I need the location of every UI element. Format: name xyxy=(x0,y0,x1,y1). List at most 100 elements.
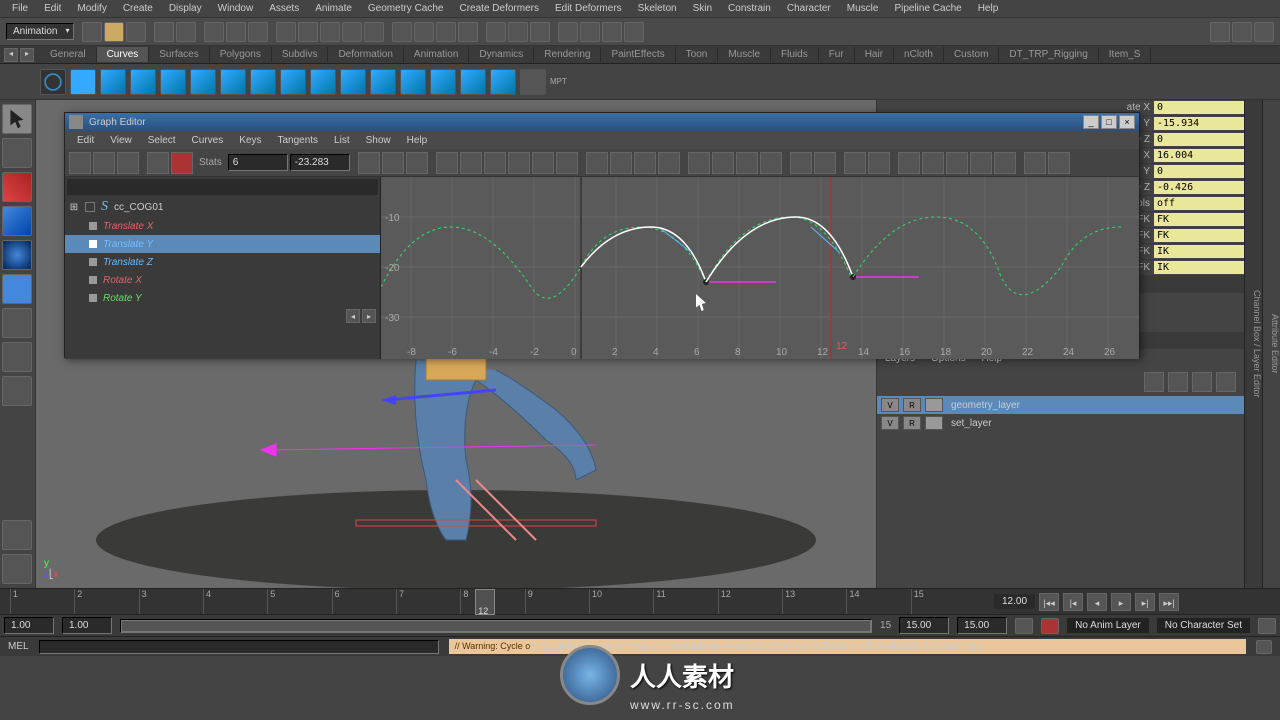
menu-modify[interactable]: Modify xyxy=(69,1,114,16)
shelf-tab-subdivs[interactable]: Subdivs xyxy=(272,47,329,62)
snap-point-icon[interactable] xyxy=(320,22,340,42)
pre-inf-icon[interactable] xyxy=(688,152,710,174)
layout-outliner-icon[interactable] xyxy=(624,22,644,42)
ge-menu-help[interactable]: Help xyxy=(399,133,436,148)
panel-tab-channelbox[interactable]: Channel Box / Layer Editor xyxy=(1244,100,1262,588)
graph-area[interactable]: 12 -10-20-30 -8-6-4-20246810121416182022… xyxy=(381,177,1139,359)
graph-editor-titlebar[interactable]: Graph Editor _ □ × xyxy=(65,113,1139,131)
circle-tool-icon[interactable] xyxy=(40,69,66,95)
cycle-icon[interactable] xyxy=(736,152,758,174)
input-icon[interactable] xyxy=(414,22,434,42)
menu-edit-deformers[interactable]: Edit Deformers xyxy=(547,1,630,16)
snap-plane-icon[interactable] xyxy=(342,22,362,42)
menu-geometry-cache[interactable]: Geometry Cache xyxy=(360,1,452,16)
stats-value-input[interactable] xyxy=(290,154,350,171)
layout-four-icon[interactable] xyxy=(580,22,600,42)
shelf-tab-surfaces[interactable]: Surfaces xyxy=(149,47,209,62)
render-icon[interactable] xyxy=(486,22,506,42)
anim-start-input[interactable] xyxy=(4,617,54,634)
curve-only-icon[interactable] xyxy=(970,152,992,174)
ge-menu-edit[interactable]: Edit xyxy=(69,133,102,148)
menu-display[interactable]: Display xyxy=(161,1,210,16)
shelf-tab-rendering[interactable]: Rendering xyxy=(534,47,601,62)
insert-key-icon[interactable] xyxy=(93,152,115,174)
range-slider-track[interactable] xyxy=(120,619,872,633)
denorm-icon[interactable] xyxy=(922,152,944,174)
ge-menu-keys[interactable]: Keys xyxy=(231,133,269,148)
curve-11-icon[interactable] xyxy=(400,69,426,95)
history-icon[interactable] xyxy=(392,22,412,42)
layout-persp-icon[interactable] xyxy=(602,22,622,42)
ge-menu-list[interactable]: List xyxy=(326,133,358,148)
show-manip-icon[interactable] xyxy=(2,376,32,406)
menu-animate[interactable]: Animate xyxy=(307,1,360,16)
ge-menu-tangents[interactable]: Tangents xyxy=(269,133,326,148)
range-end-input[interactable] xyxy=(899,617,949,634)
curve-3-icon[interactable] xyxy=(160,69,186,95)
save-scene-icon[interactable] xyxy=(126,22,146,42)
buffer-icon[interactable] xyxy=(844,152,866,174)
time-snap-icon[interactable] xyxy=(790,152,812,174)
redo-icon[interactable] xyxy=(176,22,196,42)
curve-7-icon[interactable] xyxy=(280,69,306,95)
lock-tan-icon[interactable] xyxy=(658,152,680,174)
new-scene-icon[interactable] xyxy=(82,22,102,42)
menu-pipeline-cache[interactable]: Pipeline Cache xyxy=(886,1,969,16)
next-key-button[interactable]: ▸| xyxy=(1135,593,1155,611)
tan-spline-icon[interactable] xyxy=(460,152,482,174)
ge-menu-view[interactable]: View xyxy=(102,133,140,148)
channel-translate-z[interactable]: Translate Z xyxy=(65,253,380,271)
menu-skeleton[interactable]: Skeleton xyxy=(630,1,685,16)
ge-menu-select[interactable]: Select xyxy=(140,133,184,148)
menu-character[interactable]: Character xyxy=(779,1,839,16)
hypershade-icon[interactable] xyxy=(1210,22,1230,42)
mode-selector[interactable]: Animation xyxy=(6,23,74,40)
menu-skin[interactable]: Skin xyxy=(685,1,720,16)
shelf-tab-polygons[interactable]: Polygons xyxy=(210,47,272,62)
snap-grid-icon[interactable] xyxy=(276,22,296,42)
play-fwd-button[interactable]: ▸ xyxy=(1111,593,1131,611)
frame-play-icon[interactable] xyxy=(171,152,193,174)
shelf-tab-general[interactable]: General xyxy=(40,47,97,62)
lasso-tool-icon[interactable] xyxy=(2,138,32,168)
paint-select-icon[interactable] xyxy=(248,22,268,42)
layer-set_layer[interactable]: VRset_layer xyxy=(877,414,1244,432)
layer-geometry_layer[interactable]: VRgeometry_layer xyxy=(877,396,1244,414)
mel-label[interactable]: MEL xyxy=(8,641,29,652)
shelf-tab-curves[interactable]: Curves xyxy=(97,47,150,62)
shelf-tab-item_s[interactable]: Item_S xyxy=(1099,47,1152,62)
time-slider[interactable]: 12 123456789101112131415 12.00 |◂◂ |◂ ◂ … xyxy=(0,588,1280,614)
current-frame-field[interactable]: 12.00 xyxy=(994,594,1035,609)
tan-flat-icon[interactable] xyxy=(532,152,554,174)
stack-icon[interactable] xyxy=(946,152,968,174)
curve-10-icon[interactable] xyxy=(370,69,396,95)
channel-translate-y[interactable]: Translate Y xyxy=(65,235,380,253)
menu-edit[interactable]: Edit xyxy=(36,1,69,16)
snap-live-icon[interactable] xyxy=(364,22,384,42)
curve-14-icon[interactable] xyxy=(490,69,516,95)
outliner-scroll-right-icon[interactable]: ▸ xyxy=(362,309,376,323)
script-editor-icon[interactable] xyxy=(1256,640,1272,654)
layer-down-icon[interactable] xyxy=(1216,372,1236,392)
maximize-button[interactable]: □ xyxy=(1101,115,1117,129)
menu-assets[interactable]: Assets xyxy=(261,1,307,16)
swap-icon[interactable] xyxy=(868,152,890,174)
go-start-button[interactable]: |◂◂ xyxy=(1039,593,1059,611)
auto-key-icon[interactable] xyxy=(1015,618,1033,634)
lasso-icon[interactable] xyxy=(226,22,246,42)
shelf-tab-animation[interactable]: Animation xyxy=(404,47,469,62)
construction-icon[interactable] xyxy=(458,22,478,42)
frame-all-icon[interactable] xyxy=(147,152,169,174)
shelf-tab-fur[interactable]: Fur xyxy=(819,47,855,62)
select-icon[interactable] xyxy=(204,22,224,42)
tan-auto-icon[interactable] xyxy=(436,152,458,174)
anim-layer-selector[interactable]: No Anim Layer xyxy=(1067,618,1149,633)
tan-step-icon[interactable] xyxy=(556,152,578,174)
visor-icon[interactable] xyxy=(1232,22,1252,42)
paint-tool-icon[interactable] xyxy=(2,172,32,202)
shelf-tab-fluids[interactable]: Fluids xyxy=(771,47,819,62)
lock-icon[interactable] xyxy=(760,152,782,174)
free-tan-icon[interactable] xyxy=(634,152,656,174)
outliner-search[interactable] xyxy=(67,179,378,195)
tan-clamped-icon[interactable] xyxy=(484,152,506,174)
